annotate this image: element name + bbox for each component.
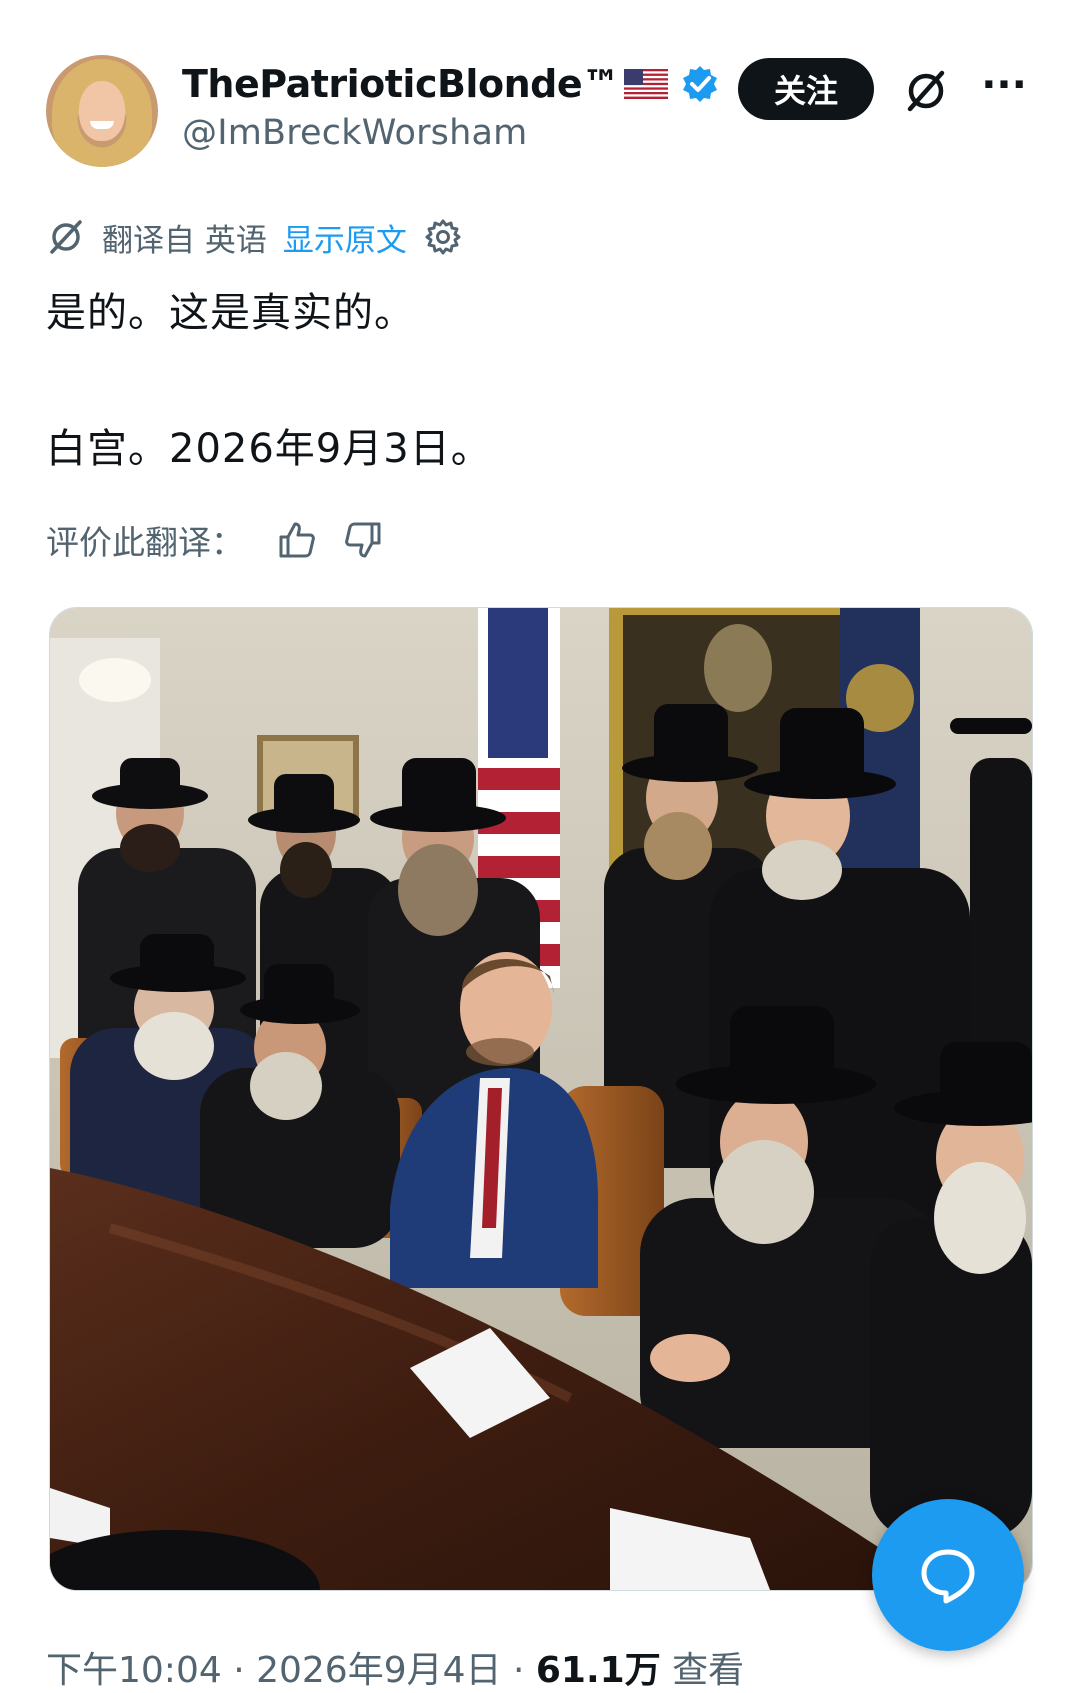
gear-icon[interactable] [423,217,463,257]
rate-translation-row: 评价此翻译： [46,514,384,566]
tweet-header: ThePatrioticBlonde™ @ImBreckWorsham 关注 ·… [46,55,1046,173]
thumbs-down-icon[interactable] [342,519,384,561]
tweet-text-line-1: 是的。这是真实的。 [46,290,415,336]
avatar-face [79,81,125,141]
ceiling-lamp [79,658,151,702]
tweet-photo[interactable] [49,607,1033,1591]
tweet-date[interactable]: 2026年9月4日 [256,1650,501,1691]
grok-icon[interactable] [902,67,950,115]
chat-bubble-icon [921,1549,975,1604]
follow-button[interactable]: 关注 [738,58,874,120]
more-icon[interactable]: ··· [980,65,1028,113]
translated-from-label: 翻译自 英语 [102,222,267,259]
tweet-meta: 下午10:04 · 2026年9月4日 · 61.1万 查看 [46,1641,744,1693]
tweet-text-line-2: 白宫。2026年9月3日。 [46,426,492,472]
meta-separator: · [512,1650,536,1691]
views-count: 61.1万 [535,1650,661,1691]
display-name[interactable]: ThePatrioticBlonde™ [182,62,620,106]
views-label: 查看 [672,1650,745,1691]
translate-icon [50,220,82,254]
verified-badge-icon [682,66,717,102]
tweet-time[interactable]: 下午10:04 [46,1650,222,1691]
translation-bar: 翻译自 英语 显示原文 [46,212,463,262]
meta-separator: · [233,1650,257,1691]
thumbs-up-icon[interactable] [276,519,318,561]
user-handle[interactable]: @ImBreckWorsham [182,113,527,153]
portrait-figure [704,624,772,712]
avatar[interactable] [46,55,158,167]
show-original-link[interactable]: 显示原文 [283,215,407,260]
us-flag-icon [623,69,668,99]
name-row: ThePatrioticBlonde™ [182,57,720,111]
rate-translation-label: 评价此翻译： [46,523,244,562]
photo-scene [50,608,1032,1590]
reply-button[interactable] [872,1499,1024,1651]
